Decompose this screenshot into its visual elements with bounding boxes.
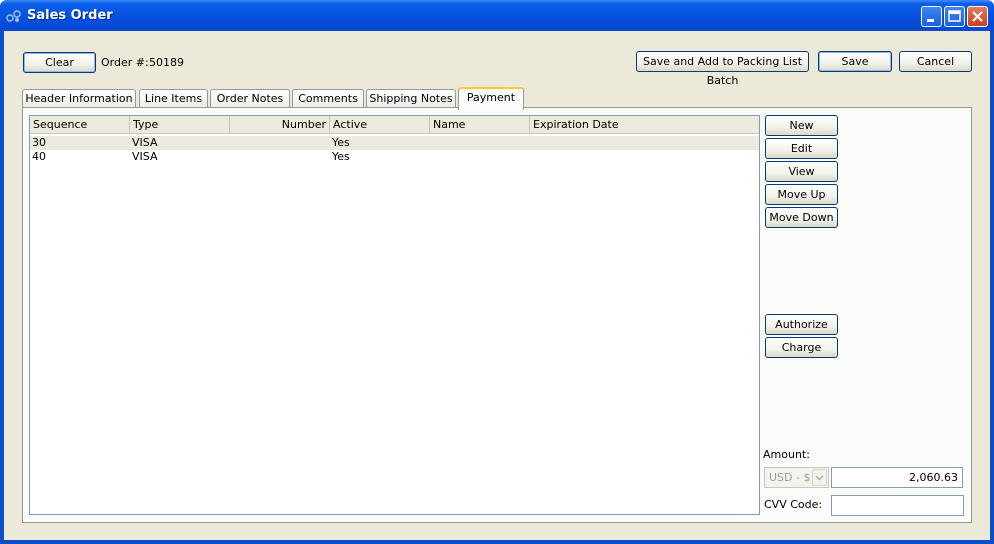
order-number-value: 50189 — [149, 56, 184, 69]
tab-order-notes[interactable]: Order Notes — [210, 89, 290, 109]
tab-shipping-notes[interactable]: Shipping Notes — [366, 89, 456, 109]
column-header-expiration-date[interactable]: Expiration Date — [530, 116, 759, 134]
cell-number — [230, 150, 330, 164]
column-header-active[interactable]: Active — [330, 116, 430, 134]
amount-label: Amount: — [763, 448, 810, 461]
cell-type: VISA — [132, 136, 158, 149]
payment-table: Sequence Type Number Active Name Expirat… — [29, 115, 760, 515]
move-down-button[interactable]: Move Down — [765, 207, 838, 228]
currency-select[interactable]: USD - $ — [764, 467, 829, 488]
tab-payment[interactable]: Payment — [458, 87, 524, 110]
view-button[interactable]: View — [765, 161, 838, 182]
close-button[interactable] — [967, 6, 988, 27]
cell-name — [430, 150, 530, 164]
table-header: Sequence Type Number Active Name Expirat… — [30, 116, 759, 134]
cell-sequence: 30 — [32, 136, 46, 149]
cell-name — [430, 136, 530, 150]
cvv-code-field[interactable] — [831, 495, 964, 516]
sales-order-window: Sales Order Clear Order #: 50189 Save an… — [0, 0, 994, 544]
maximize-icon — [948, 10, 961, 22]
cvv-code-label: CVV Code: — [764, 498, 823, 511]
save-and-add-to-packing-list-batch-button[interactable]: Save and Add to Packing List Batch — [636, 51, 809, 87]
column-header-sequence[interactable]: Sequence — [30, 116, 130, 134]
app-logo-icon — [6, 10, 21, 22]
move-up-button[interactable]: Move Up — [765, 184, 838, 205]
cell-expiration-date — [530, 150, 759, 164]
tab-comments[interactable]: Comments — [292, 89, 364, 109]
table-row[interactable]: 40 VISA Yes — [30, 150, 759, 164]
chevron-down-icon — [812, 469, 827, 486]
minimize-button[interactable] — [921, 6, 942, 27]
column-header-name[interactable]: Name — [430, 116, 530, 134]
save-button[interactable]: Save — [818, 51, 892, 72]
cell-active: Yes — [332, 136, 350, 149]
tab-line-items[interactable]: Line Items — [139, 89, 208, 109]
cell-sequence: 40 — [32, 150, 46, 163]
amount-field[interactable]: 2,060.63 — [831, 467, 963, 488]
title-bar[interactable]: Sales Order — [0, 0, 994, 31]
close-icon — [972, 11, 983, 22]
table-row[interactable]: 30 VISA Yes — [30, 136, 759, 150]
charge-button[interactable]: Charge — [765, 337, 838, 358]
cancel-button[interactable]: Cancel — [899, 51, 972, 72]
currency-value: USD - $ — [769, 471, 811, 484]
authorize-button[interactable]: Authorize — [765, 314, 838, 335]
column-header-number[interactable]: Number — [230, 116, 330, 134]
window-title: Sales Order — [27, 8, 113, 23]
tab-header-information[interactable]: Header Information — [22, 89, 136, 109]
edit-button[interactable]: Edit — [765, 138, 838, 159]
cell-type: VISA — [132, 150, 158, 163]
order-number-label: Order #: — [101, 56, 149, 69]
clear-button[interactable]: Clear — [23, 52, 96, 73]
window-content: Clear Order #: 50189 Save and Add to Pac… — [4, 31, 990, 540]
new-button[interactable]: New — [765, 115, 838, 136]
maximize-button[interactable] — [944, 6, 965, 27]
cell-expiration-date — [530, 136, 759, 150]
column-header-type[interactable]: Type — [130, 116, 230, 134]
payment-tab-panel: Sequence Type Number Active Name Expirat… — [22, 107, 972, 523]
minimize-icon — [927, 19, 934, 22]
cell-active: Yes — [332, 150, 350, 163]
cell-number — [230, 136, 330, 150]
